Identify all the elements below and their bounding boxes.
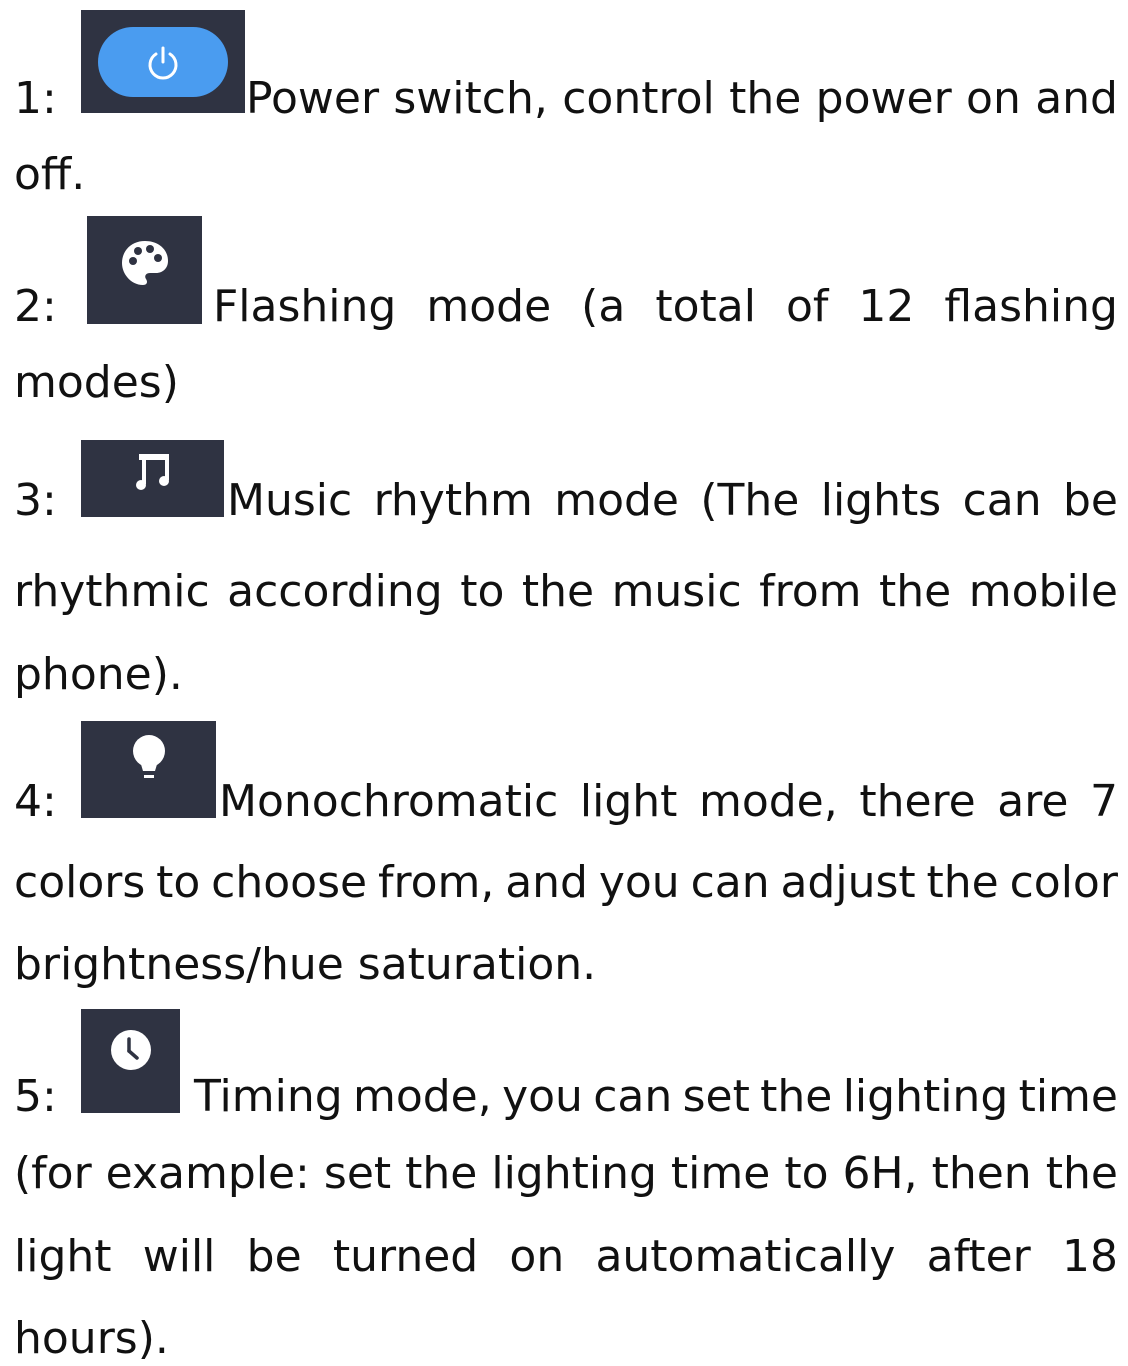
word: total (655, 281, 756, 332)
word: rhythm (373, 475, 533, 526)
item-first-line: Flashing mode (a total of 12 flashing (213, 280, 1118, 334)
word: music (611, 566, 742, 617)
word: adjust (780, 857, 916, 908)
word: be (246, 1231, 302, 1282)
item-first-line: Monochromatic light mode, there are 7 (219, 775, 1118, 829)
item-number: 5: (14, 1071, 57, 1122)
word: lights (820, 475, 942, 526)
word: on (509, 1231, 565, 1282)
music-note-icon (81, 440, 224, 517)
word: the (1045, 1148, 1118, 1199)
word: (The (700, 475, 800, 526)
word: 7 (1090, 776, 1118, 827)
word: to (460, 566, 505, 617)
word: to (156, 857, 201, 908)
word: of (785, 281, 829, 332)
word: the (879, 566, 952, 617)
word: (a (581, 281, 626, 332)
item-line: light will be turned on automatically after 18 (14, 1230, 1118, 1284)
word: you (598, 857, 680, 908)
word: the (760, 1071, 833, 1122)
word: then (931, 1148, 1032, 1199)
word: choose (211, 857, 368, 908)
word: there (859, 776, 976, 827)
word: from, (377, 857, 495, 908)
word: mode (426, 281, 552, 332)
word: mode, (352, 1071, 492, 1122)
word: from (759, 566, 862, 617)
item-first-line: Power switch, control the power on and (246, 72, 1118, 126)
word: Monochromatic (219, 776, 559, 827)
word: the (521, 566, 595, 617)
word: lighting (491, 1148, 657, 1199)
item-line: colors to choose from, and you can adjust the col… (14, 856, 1118, 910)
item-first-line: Music rhythm mode (The lights can be (227, 474, 1118, 528)
word: and (1035, 73, 1118, 124)
item-number: 3: (14, 475, 57, 526)
item-number: 4: (14, 776, 57, 827)
item-line: (for example: set the lighting time to 6H, then t… (14, 1147, 1118, 1201)
word: power (815, 73, 952, 124)
word: mobile (968, 566, 1118, 617)
word: turned (332, 1231, 479, 1282)
word: mode (554, 475, 679, 526)
word: will (142, 1231, 216, 1282)
word: set (682, 1071, 750, 1122)
word: according (227, 566, 443, 617)
word: light (579, 776, 678, 827)
item-line: phone). (14, 649, 183, 700)
word: are (997, 776, 1069, 827)
word: after (926, 1231, 1031, 1282)
item-line: brightness/hue saturation. (14, 939, 597, 990)
word: (for (14, 1148, 92, 1199)
item-first-line: Timing mode, you can set the lighting time (194, 1070, 1118, 1124)
word: automatically (595, 1231, 896, 1282)
word: Power (246, 73, 380, 124)
word: time (670, 1148, 771, 1199)
word: set (323, 1148, 392, 1199)
word: to (784, 1148, 829, 1199)
word: Music (227, 475, 353, 526)
word: lighting (842, 1071, 1009, 1122)
word: Flashing (213, 281, 397, 332)
word: colors (14, 857, 146, 908)
word: time (1018, 1071, 1118, 1122)
item-line: modes) (14, 357, 179, 408)
word: flashing (944, 281, 1118, 332)
word: the (729, 73, 802, 124)
word: the (405, 1148, 478, 1199)
word: 18 (1061, 1231, 1118, 1282)
word: light (14, 1231, 112, 1282)
light-bulb-icon (81, 721, 216, 818)
word: mode, (698, 776, 838, 827)
item-line: rhythmic according to the music from the mobile (14, 565, 1118, 619)
word: rhythmic (14, 566, 210, 617)
word: 12 (858, 281, 915, 332)
word: and (505, 857, 588, 908)
item-number: 2: (14, 281, 57, 332)
word: switch, (393, 73, 548, 124)
item-line: off. (14, 149, 86, 200)
word: example: (105, 1148, 310, 1199)
item-number: 1: (14, 73, 57, 124)
word: the (926, 857, 999, 908)
word: Timing (194, 1071, 343, 1122)
word: can (690, 857, 770, 908)
word: 6H, (842, 1148, 918, 1199)
word: can (962, 475, 1042, 526)
word: on (966, 73, 1021, 124)
item-line: hours). (14, 1313, 169, 1364)
word: be (1062, 475, 1118, 526)
word: color (1009, 857, 1118, 908)
palette-icon (87, 216, 202, 324)
power-toggle-icon (81, 10, 245, 113)
word: control (562, 73, 715, 124)
word: you (502, 1071, 583, 1122)
word: can (593, 1071, 673, 1122)
clock-icon (81, 1009, 180, 1113)
